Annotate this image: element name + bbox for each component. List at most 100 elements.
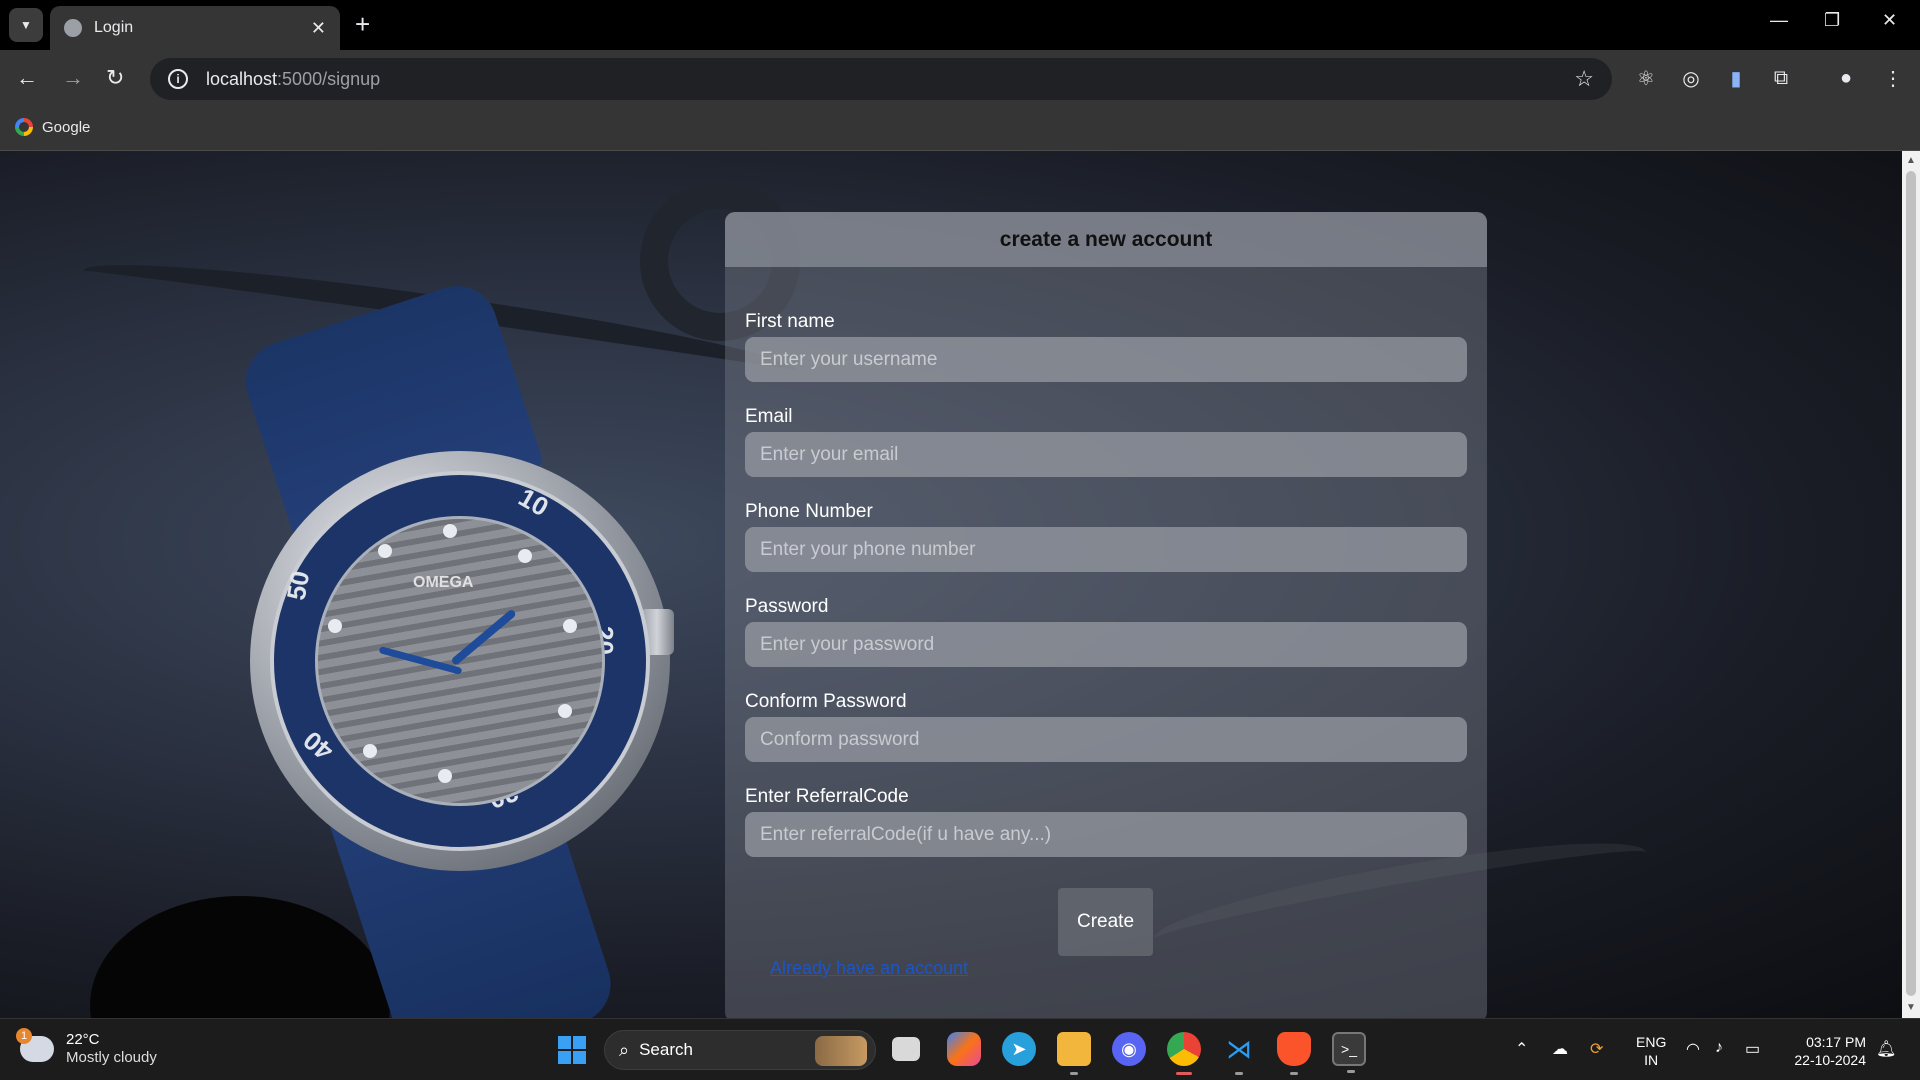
sync-icon[interactable]: ⟳	[1590, 1039, 1603, 1059]
profile-avatar-icon[interactable]: ●	[1833, 65, 1859, 91]
weather-condition: Mostly cloudy	[66, 1049, 157, 1066]
chevron-down-icon: ▼	[20, 18, 32, 32]
minimize-button[interactable]: —	[1770, 10, 1788, 31]
confirm-password-label: Conform Password	[745, 691, 907, 712]
tab-search-button[interactable]: ▼	[9, 8, 43, 42]
confirm-password-input[interactable]	[745, 717, 1467, 762]
back-arrow-icon[interactable]: ←	[16, 64, 38, 92]
email-label: Email	[745, 406, 793, 427]
password-label: Password	[745, 596, 829, 617]
watch-dial: OMEGA	[315, 516, 605, 806]
scroll-up-icon[interactable]: ▲	[1906, 155, 1916, 166]
address-bar[interactable]: i localhost :5000/signup ☆	[150, 58, 1612, 100]
bookmark-google-label: Google	[42, 118, 91, 136]
referral-code-label: Enter ReferralCode	[745, 786, 909, 807]
telegram-icon[interactable]: ➤	[1002, 1032, 1036, 1066]
first-name-field-group: First name	[745, 311, 1467, 382]
url-host: localhost	[206, 68, 278, 89]
cloud-weather-icon: 1	[16, 1028, 54, 1062]
create-account-button[interactable]: Create	[1058, 888, 1153, 956]
watch-brand: OMEGA	[413, 574, 474, 591]
document-extension-icon[interactable]: ▮	[1723, 65, 1749, 91]
react-devtools-icon[interactable]: ⚛	[1633, 65, 1659, 91]
taskbar-search[interactable]: ⌕ Search	[604, 1030, 876, 1070]
referral-code-input[interactable]	[745, 812, 1467, 857]
hour-marker	[443, 524, 457, 538]
forward-arrow-icon[interactable]: →	[62, 64, 84, 92]
confirm-password-field-group: Conform Password	[745, 691, 1467, 762]
signup-card: create a new account First name Email Ph…	[725, 212, 1487, 1018]
hour-marker	[558, 704, 572, 718]
vscode-icon[interactable]: ⋊	[1222, 1032, 1256, 1075]
password-input[interactable]	[745, 622, 1467, 667]
watch-hour-hand	[450, 608, 517, 667]
background-dark-circle	[90, 896, 390, 1018]
bookmark-star-icon[interactable]: ☆	[1574, 66, 1594, 92]
bookmarks-bar: Google	[0, 107, 1920, 151]
referral-code-field-group: Enter ReferralCode	[745, 786, 1467, 857]
login-link[interactable]: Already have an account	[770, 958, 968, 979]
chrome-icon[interactable]	[1167, 1032, 1201, 1075]
onedrive-icon[interactable]: ☁	[1552, 1039, 1568, 1059]
battery-icon[interactable]: ▭	[1745, 1039, 1760, 1059]
first-name-input[interactable]	[745, 337, 1467, 382]
notification-bell-icon[interactable]: 🔔︎	[1876, 1039, 1896, 1059]
target-extension-icon[interactable]: ◎	[1678, 65, 1704, 91]
new-tab-button[interactable]: +	[355, 10, 370, 38]
volume-icon[interactable]: ♪	[1715, 1039, 1723, 1057]
password-field-group: Password	[745, 596, 1467, 667]
show-hidden-icons[interactable]: ⌃	[1515, 1039, 1528, 1059]
task-view-icon[interactable]	[892, 1037, 920, 1061]
search-icon: ⌕	[619, 1039, 630, 1060]
search-highlight-image	[815, 1036, 867, 1066]
system-clock[interactable]: 03:17 PM 22-10-2024	[1780, 1033, 1866, 1069]
phone-field-group: Phone Number	[745, 501, 1467, 572]
copilot-icon[interactable]	[947, 1032, 981, 1066]
extensions-puzzle-icon[interactable]: ⧉	[1768, 65, 1794, 91]
site-info-icon[interactable]: i	[168, 69, 188, 89]
windows-start-icon[interactable]	[558, 1036, 586, 1064]
reload-icon[interactable]: ↻	[106, 64, 124, 92]
restore-button[interactable]: ❐	[1824, 10, 1840, 31]
clock-time: 03:17 PM	[1806, 1034, 1866, 1050]
language-indicator[interactable]: ENG IN	[1636, 1033, 1666, 1069]
clock-date: 22-10-2024	[1794, 1052, 1866, 1068]
hour-marker	[438, 769, 452, 783]
tab-title: Login	[94, 19, 134, 36]
scrollbar-thumb[interactable]	[1906, 171, 1916, 996]
bezel-number: 50	[280, 568, 316, 603]
signup-card-header: create a new account	[725, 212, 1487, 267]
weather-widget[interactable]: 1 22°C Mostly cloudy	[16, 1028, 157, 1067]
page-scrollbar[interactable]: ▲ ▼	[1902, 151, 1920, 1018]
google-logo-icon	[15, 118, 33, 136]
file-explorer-icon[interactable]	[1057, 1032, 1091, 1075]
hour-marker	[518, 549, 532, 563]
hour-marker	[363, 744, 377, 758]
taskbar: 1 22°C Mostly cloudy ⌕ Search ➤ ◉ ⋊ >_ ⌃…	[0, 1018, 1920, 1080]
phone-label: Phone Number	[745, 501, 873, 522]
browser-toolbar: ← → ↻ i localhost :5000/signup ☆ ⚛ ◎ ▮ ⧉…	[0, 50, 1920, 107]
hour-marker	[563, 619, 577, 633]
globe-icon	[64, 19, 82, 37]
phone-input[interactable]	[745, 527, 1467, 572]
menu-dots-icon[interactable]: ⋮	[1880, 65, 1906, 91]
page-viewport: 10 20 30 40 50 OMEGA create a new accoun…	[0, 151, 1902, 1018]
email-input[interactable]	[745, 432, 1467, 477]
scroll-down-icon[interactable]: ▼	[1906, 1002, 1916, 1013]
close-window-button[interactable]: ✕	[1882, 10, 1897, 31]
brave-icon[interactable]	[1277, 1032, 1311, 1075]
close-tab-icon[interactable]: ✕	[311, 18, 326, 39]
tab-strip: ▼ Login ✕ + — ❐ ✕	[0, 0, 1920, 50]
language-region: IN	[1644, 1052, 1659, 1068]
tab-login[interactable]: Login ✕	[50, 6, 340, 50]
discord-icon[interactable]: ◉	[1112, 1032, 1146, 1066]
terminal-icon[interactable]: >_	[1332, 1032, 1366, 1073]
bookmark-google[interactable]: Google	[15, 118, 90, 136]
page-title: create a new account	[999, 227, 1213, 251]
first-name-label: First name	[745, 311, 835, 332]
wifi-icon[interactable]: ◠	[1686, 1039, 1700, 1059]
weather-temperature: 22°C	[66, 1031, 100, 1048]
url-path: :5000/signup	[277, 68, 381, 89]
taskbar-search-label: Search	[639, 1040, 693, 1059]
watch-minute-hand	[378, 646, 463, 675]
